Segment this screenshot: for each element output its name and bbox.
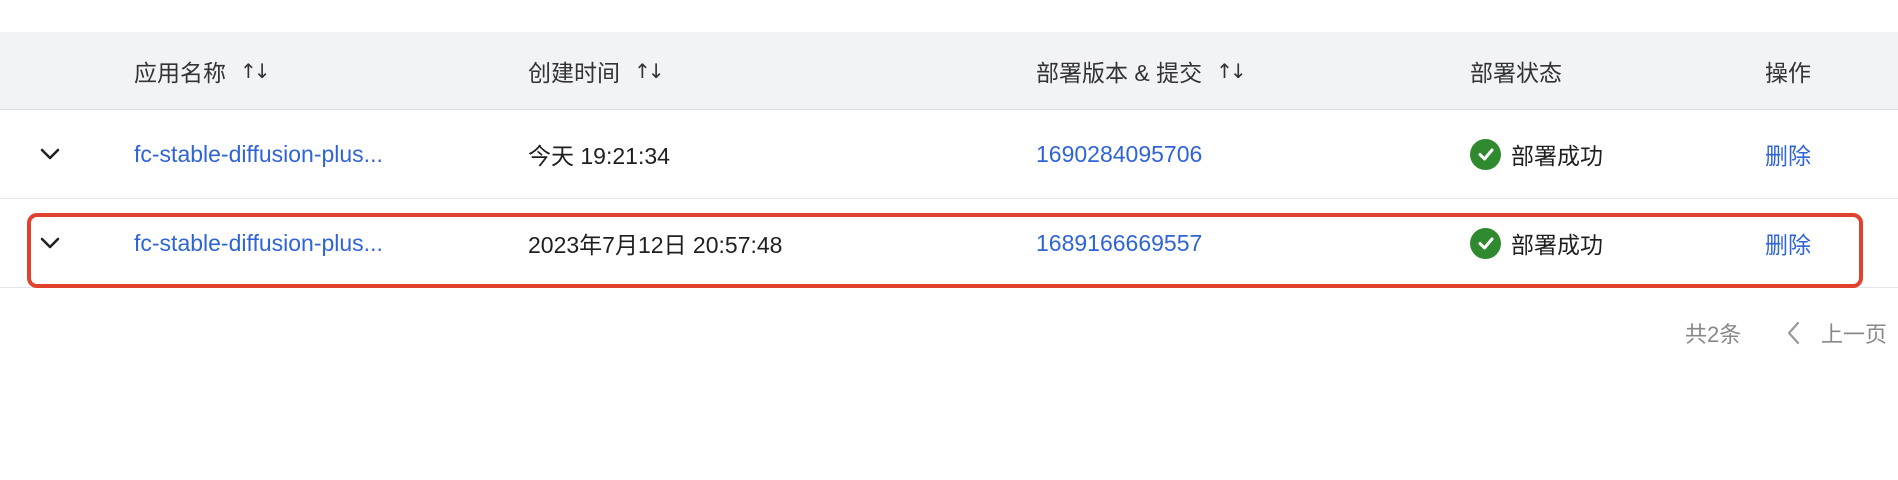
column-header-version[interactable]: 部署版本 & 提交 ↑↓ xyxy=(1036,32,1247,109)
chevron-down-icon xyxy=(40,148,60,160)
chevron-down-icon xyxy=(40,237,60,249)
column-header-version-label: 部署版本 & 提交 xyxy=(1036,59,1203,86)
sort-icon[interactable]: ↑↓ xyxy=(634,59,664,83)
version-link[interactable]: 1690284095706 xyxy=(1036,110,1202,198)
table-row: fc-stable-diffusion-plus... 今天 19:21:34 … xyxy=(0,110,1898,199)
app-name-link[interactable]: fc-stable-diffusion-plus... xyxy=(134,110,383,198)
version-link[interactable]: 1689166669557 xyxy=(1036,199,1202,287)
column-header-created[interactable]: 创建时间 ↑↓ xyxy=(528,32,664,109)
created-time: 今天 19:21:34 xyxy=(528,143,670,169)
column-header-actions: 操作 xyxy=(1765,59,1811,86)
check-circle-icon xyxy=(1470,227,1501,259)
sort-icon[interactable]: ↑↓ xyxy=(240,59,270,83)
prev-page-button[interactable]: 上一页 xyxy=(1785,318,1887,348)
check-circle-icon xyxy=(1470,138,1501,170)
expand-row-button[interactable] xyxy=(38,110,62,198)
delete-button[interactable]: 删除 xyxy=(1765,199,1811,287)
prev-page-label: 上一页 xyxy=(1821,322,1888,347)
column-header-name[interactable]: 应用名称 ↑↓ xyxy=(134,32,270,109)
created-time: 2023年7月12日 20:57:48 xyxy=(528,232,783,258)
app-name-link[interactable]: fc-stable-diffusion-plus... xyxy=(134,199,383,287)
pagination-total: 共2条 xyxy=(1685,322,1742,347)
deploy-status-label: 部署成功 xyxy=(1511,232,1603,258)
sort-icon[interactable]: ↑↓ xyxy=(1216,59,1246,83)
deployments-table: 应用名称 ↑↓ 创建时间 ↑↓ 部署版本 & 提交 ↑↓ 部署状态 操作 fc-… xyxy=(0,32,1898,288)
column-header-name-label: 应用名称 xyxy=(134,59,226,86)
column-header-created-label: 创建时间 xyxy=(528,59,620,86)
table-header: 应用名称 ↑↓ 创建时间 ↑↓ 部署版本 & 提交 ↑↓ 部署状态 操作 xyxy=(0,32,1898,110)
deploy-status: 部署成功 xyxy=(1470,110,1603,198)
delete-button[interactable]: 删除 xyxy=(1765,110,1811,198)
table-row: fc-stable-diffusion-plus... 2023年7月12日 2… xyxy=(0,199,1898,288)
deploy-status-label: 部署成功 xyxy=(1511,143,1603,169)
deploy-status: 部署成功 xyxy=(1470,199,1603,287)
expand-row-button[interactable] xyxy=(38,199,62,287)
chevron-left-icon xyxy=(1787,321,1800,345)
column-header-status: 部署状态 xyxy=(1470,59,1562,86)
